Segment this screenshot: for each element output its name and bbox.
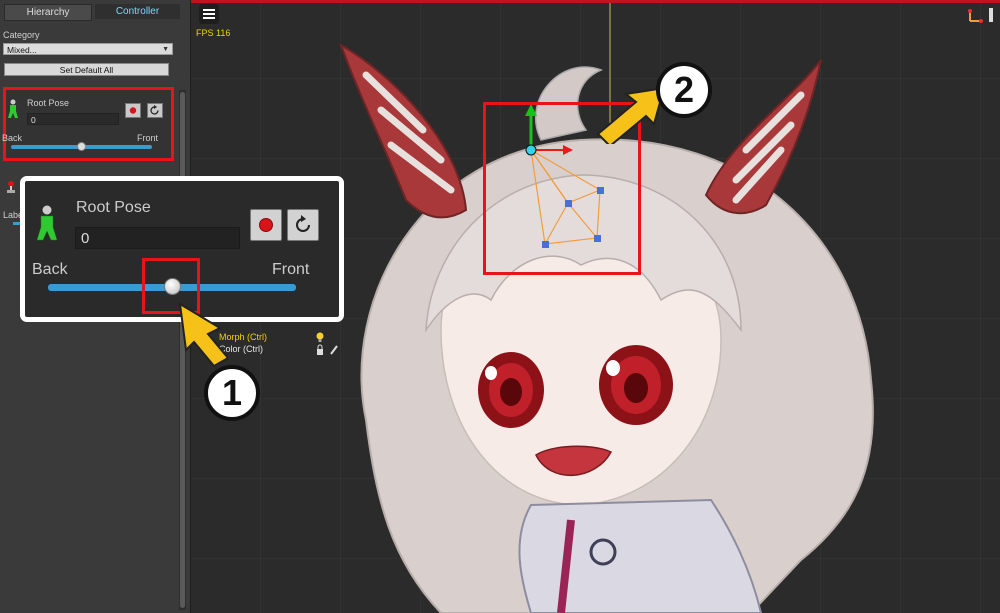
reset-button-large[interactable] <box>287 209 319 241</box>
record-icon <box>129 107 137 114</box>
fps-counter: FPS 116 <box>196 28 231 38</box>
viewport-scroll-marker <box>989 8 993 22</box>
chevron-down-icon: ▼ <box>162 46 169 53</box>
record-button[interactable] <box>125 103 141 118</box>
front-label: Front <box>137 133 159 143</box>
top-accent-line <box>191 0 1000 3</box>
back-label: Back <box>2 133 23 143</box>
brush-icon[interactable] <box>329 344 339 356</box>
set-default-all-button[interactable]: Set Default All <box>4 63 169 76</box>
category-dropdown[interactable]: Mixed... ▼ <box>3 43 173 55</box>
reset-button[interactable] <box>147 103 163 118</box>
root-pose-slider-thumb[interactable] <box>77 142 86 151</box>
lightbulb-icon[interactable] <box>315 331 325 343</box>
bone-gizmo-icon[interactable] <box>966 8 986 24</box>
root-pose-title-large: Root Pose <box>76 199 151 216</box>
root-pose-value-field-large[interactable]: 0 <box>75 227 240 249</box>
root-pose-title: Root Pose <box>27 98 70 108</box>
reset-icon <box>296 215 310 232</box>
arrow-to-slider-thumb <box>178 302 228 368</box>
tab-hierarchy[interactable]: Hierarchy <box>4 4 92 21</box>
root-pose-value-field[interactable]: 0 <box>27 113 119 125</box>
figure-icon-large <box>36 205 58 241</box>
menu-icon[interactable] <box>199 4 219 24</box>
record-icon <box>259 218 273 232</box>
reset-icon <box>150 105 159 115</box>
tab-controller[interactable]: Controller <box>95 4 180 19</box>
step-two-marker: 2 <box>656 62 712 118</box>
step-one-marker: 1 <box>204 365 260 421</box>
category-label: Category <box>3 30 40 40</box>
category-dropdown-value: Mixed... <box>7 45 37 55</box>
record-button-large[interactable] <box>250 209 282 241</box>
lock-icon[interactable] <box>315 344 325 356</box>
back-label-large: Back <box>32 261 68 278</box>
figure-icon <box>8 99 18 118</box>
front-label-large: Front <box>272 261 310 278</box>
joystick-icon <box>7 181 15 193</box>
